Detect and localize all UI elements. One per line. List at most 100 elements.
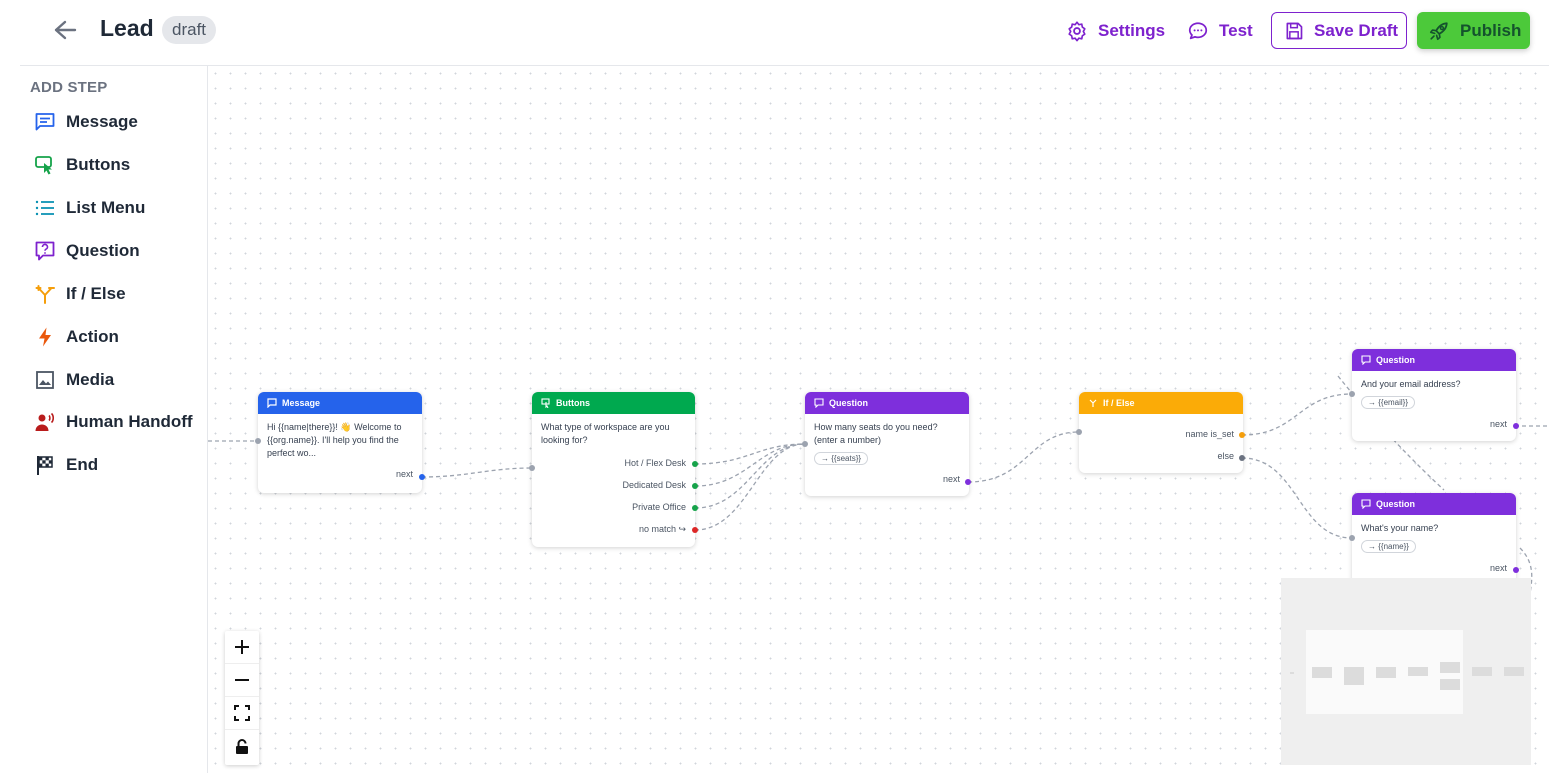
button-option-label: Private Office [632, 502, 686, 512]
add-step-if-else[interactable]: If / Else [34, 279, 126, 309]
lock-button[interactable] [225, 730, 259, 763]
output-port-no-match[interactable] [692, 527, 698, 533]
node-header: Question [805, 392, 969, 414]
input-port[interactable] [1349, 535, 1355, 541]
sidebar-item-label: Buttons [66, 155, 131, 174]
zoom-in-button[interactable] [225, 631, 259, 664]
input-port[interactable] [1076, 429, 1082, 435]
question-email-node[interactable]: Question And your email address? → {{ema… [1352, 349, 1516, 441]
condition-label: name is_set [1185, 429, 1234, 439]
minimap[interactable] [1281, 578, 1531, 765]
port-label: next [942, 474, 960, 484]
add-step-buttons[interactable]: Buttons [34, 150, 130, 180]
input-port[interactable] [802, 441, 808, 447]
add-step-message[interactable]: Message [34, 107, 138, 137]
top-bar: Lead draft Settings Test Save Draft Publ… [0, 0, 1567, 62]
node-type-label: Question [1376, 355, 1416, 365]
fit-view-icon [234, 705, 250, 721]
output-port[interactable] [1513, 567, 1519, 573]
test-button[interactable]: Test [1187, 12, 1253, 49]
buttons-node[interactable]: Buttons What type of workspace are you l… [532, 392, 695, 547]
node-text: What's your name? [1361, 523, 1439, 533]
button-option-label: Hot / Flex Desk [624, 458, 686, 468]
sidebar-item-label: Question [66, 241, 140, 260]
question-bubble-icon [1361, 355, 1371, 365]
question-bubble-icon [34, 240, 56, 262]
page-title: Lead [100, 15, 154, 41]
edge-isset-email [1241, 393, 1353, 436]
pointer-click-icon [541, 398, 550, 408]
question-name-node[interactable]: Question What's your name? → {{name}} ne… [1352, 493, 1516, 583]
settings-label: Settings [1098, 20, 1166, 40]
publish-label: Publish [1460, 20, 1522, 40]
settings-button[interactable]: Settings [1066, 12, 1165, 49]
port-label: next [1489, 563, 1507, 573]
image-icon [34, 369, 56, 391]
save-draft-button[interactable]: Save Draft [1271, 12, 1407, 49]
add-step-end[interactable]: End [34, 450, 98, 480]
variable-chip: → {{email}} [1361, 396, 1416, 409]
add-step-list-menu[interactable]: List Menu [34, 193, 145, 223]
minimap-node [1440, 662, 1460, 673]
handoff-person-icon [34, 411, 56, 433]
condition-label: else [1217, 451, 1234, 461]
add-step-action[interactable]: Action [34, 322, 119, 352]
fit-view-button[interactable] [225, 697, 259, 730]
input-port[interactable] [1349, 391, 1355, 397]
if-else-node[interactable]: If / Else name is_set else [1079, 392, 1243, 473]
add-step-question[interactable]: Question [34, 236, 140, 266]
add-step-media[interactable]: Media [34, 365, 114, 395]
variable-chip: → {{seats}} [814, 452, 869, 465]
message-node[interactable]: Message Hi {{name|there}}! 👋 Welcome to … [258, 392, 422, 493]
minimap-node [1504, 667, 1524, 676]
variable-chip: → {{name}} [1361, 540, 1416, 553]
input-port[interactable] [529, 465, 535, 471]
sidebar-title: ADD STEP [30, 79, 108, 96]
gear-icon [1068, 20, 1086, 41]
port-label: next [1489, 419, 1507, 429]
minimap-node [1472, 667, 1492, 676]
node-body: What's your name? → {{name}} [1352, 515, 1516, 560]
output-port[interactable] [692, 483, 698, 489]
edge-message-buttons [421, 467, 533, 478]
output-port-else[interactable] [1239, 455, 1245, 461]
canvas-controls [225, 631, 259, 765]
output-port[interactable] [419, 474, 425, 480]
node-header: Question [1352, 349, 1516, 371]
node-type-label: Question [1376, 499, 1416, 509]
node-body: How many seats do you need? (enter a num… [805, 414, 969, 472]
branch-icon [34, 283, 56, 305]
output-port[interactable] [692, 505, 698, 511]
edge-dedicated-question [694, 443, 806, 487]
arrow-left-icon [54, 20, 77, 40]
minimap-node [1376, 667, 1396, 678]
zoom-out-button[interactable] [225, 664, 259, 697]
output-port[interactable] [1513, 423, 1519, 429]
message-icon [267, 398, 277, 408]
save-draft-label: Save Draft [1314, 20, 1399, 40]
port-label: next [395, 469, 413, 479]
node-type-label: Question [829, 398, 869, 408]
node-header: Question [1352, 493, 1516, 515]
status-badge: draft [162, 16, 217, 44]
node-text: What type of workspace are you looking f… [541, 422, 670, 445]
output-port[interactable] [965, 479, 971, 485]
question-seats-node[interactable]: Question How many seats do you need? (en… [805, 392, 969, 496]
button-option-label: Dedicated Desk [622, 480, 686, 490]
back-button[interactable] [50, 16, 80, 44]
sidebar-item-label: If / Else [66, 284, 126, 303]
sidebar-item-label: End [66, 455, 99, 474]
node-text: How many seats do you need? (enter a num… [814, 422, 938, 445]
publish-button[interactable]: Publish [1417, 12, 1530, 49]
output-port-true[interactable] [1239, 432, 1245, 438]
sidebar-item-label: List Menu [66, 198, 146, 217]
add-step-human-handoff[interactable]: Human Handoff [34, 407, 193, 437]
node-type-label: If / Else [1103, 398, 1135, 408]
input-port[interactable] [255, 438, 261, 444]
edge-question-ifelse [967, 431, 1080, 483]
minimap-node [1440, 679, 1460, 690]
test-label: Test [1219, 20, 1253, 40]
output-port[interactable] [692, 461, 698, 467]
node-header: If / Else [1079, 392, 1243, 414]
edge-nomatch-question [694, 443, 806, 531]
